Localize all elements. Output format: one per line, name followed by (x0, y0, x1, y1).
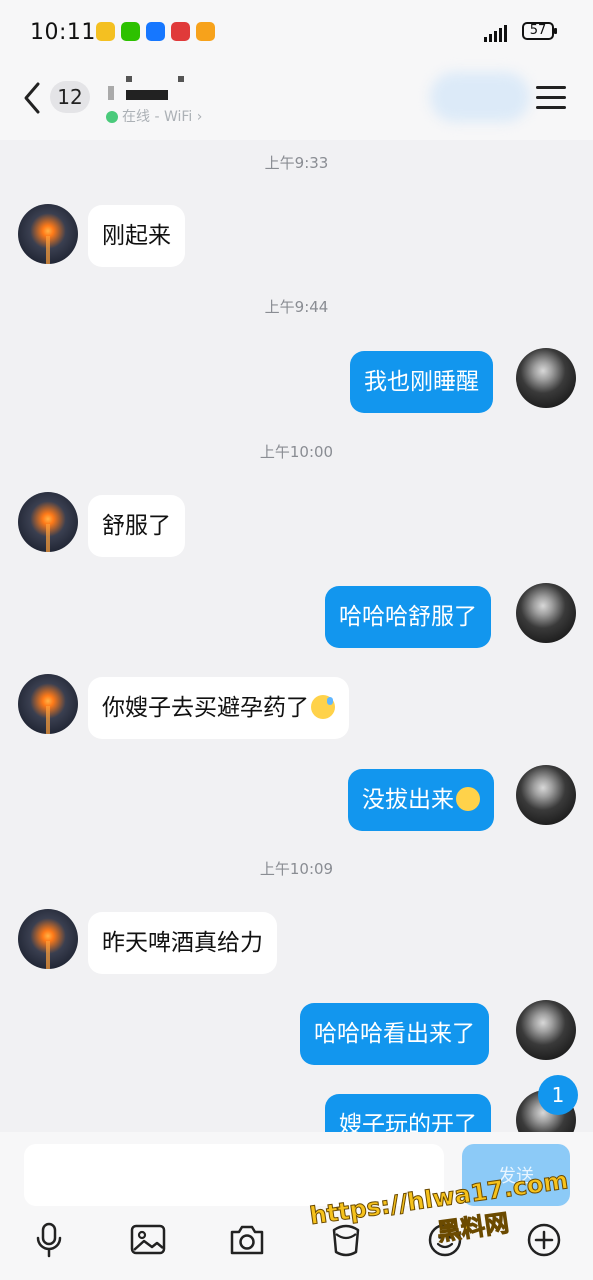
signal-icon (484, 24, 507, 42)
incoming-message[interactable]: 昨天啤酒真给力 (88, 912, 277, 974)
timestamp: 上午9:33 (264, 154, 329, 172)
message-text: 没拔出来 (362, 787, 454, 813)
wechat-icon (121, 22, 140, 41)
blurred-element (430, 72, 530, 122)
message-list[interactable]: 上午9:33 刚起来 上午9:44 我也刚睡醒 上午10:00 舒服了 哈哈哈舒… (0, 140, 593, 1132)
incoming-message[interactable]: 舒服了 (88, 495, 185, 557)
timestamp: 上午9:44 (264, 298, 329, 316)
online-dot-icon (106, 111, 118, 123)
message-text: 你嫂子去买避孕药了 (102, 695, 309, 721)
emoji-icon[interactable] (425, 1220, 465, 1260)
image-icon[interactable] (128, 1220, 168, 1260)
notification-icons (96, 22, 215, 41)
unread-count-badge[interactable]: 12 (50, 81, 90, 113)
back-icon[interactable] (18, 80, 46, 116)
microphone-icon[interactable] (29, 1220, 69, 1260)
app-icon-2 (196, 22, 215, 41)
contact-avatar[interactable] (18, 909, 78, 969)
timestamp: 上午10:00 (259, 443, 334, 461)
contact-avatar[interactable] (18, 674, 78, 734)
outgoing-message[interactable]: 没拔出来 (348, 769, 494, 831)
my-avatar[interactable] (516, 348, 576, 408)
relieved-emoji-icon (456, 786, 480, 811)
contact-avatar[interactable] (18, 204, 78, 264)
battery-level: 57 (529, 23, 547, 38)
outgoing-message[interactable]: 哈哈哈舒服了 (325, 586, 491, 648)
red-packet-icon[interactable] (326, 1220, 366, 1260)
plus-icon[interactable] (524, 1220, 564, 1260)
cold-sweat-emoji-icon (311, 694, 335, 719)
chat-header: 12 在线 - WiFi › (0, 66, 593, 140)
battery-icon: 57 (522, 22, 557, 40)
outgoing-message[interactable]: 哈哈哈看出来了 (300, 1003, 489, 1065)
input-area: 发送 (0, 1132, 593, 1280)
weibo-icon (96, 22, 115, 41)
my-avatar[interactable] (516, 765, 576, 825)
alipay-icon (146, 22, 165, 41)
incoming-message[interactable]: 刚起来 (88, 205, 185, 267)
presence-status[interactable]: 在线 - WiFi › (106, 106, 202, 126)
outgoing-message[interactable]: 我也刚睡醒 (350, 351, 493, 413)
input-toolbar (0, 1220, 593, 1264)
status-bar: 10:11 57 (0, 0, 593, 66)
timestamp: 上午10:09 (259, 860, 334, 878)
message-input[interactable] (24, 1144, 444, 1206)
incoming-message[interactable]: 你嫂子去买避孕药了 (88, 677, 349, 739)
contact-name-redacted (108, 76, 198, 102)
app-icon (171, 22, 190, 41)
contact-avatar[interactable] (18, 492, 78, 552)
presence-text: 在线 - WiFi › (122, 109, 203, 125)
my-avatar[interactable] (516, 1000, 576, 1060)
camera-icon[interactable] (227, 1220, 267, 1260)
outgoing-message[interactable]: 嫂子玩的开了 (325, 1094, 491, 1132)
menu-icon[interactable] (536, 86, 566, 112)
new-message-badge[interactable]: 1 (538, 1075, 578, 1115)
my-avatar[interactable] (516, 583, 576, 643)
status-time: 10:11 (30, 20, 96, 45)
send-button[interactable]: 发送 (462, 1144, 570, 1206)
